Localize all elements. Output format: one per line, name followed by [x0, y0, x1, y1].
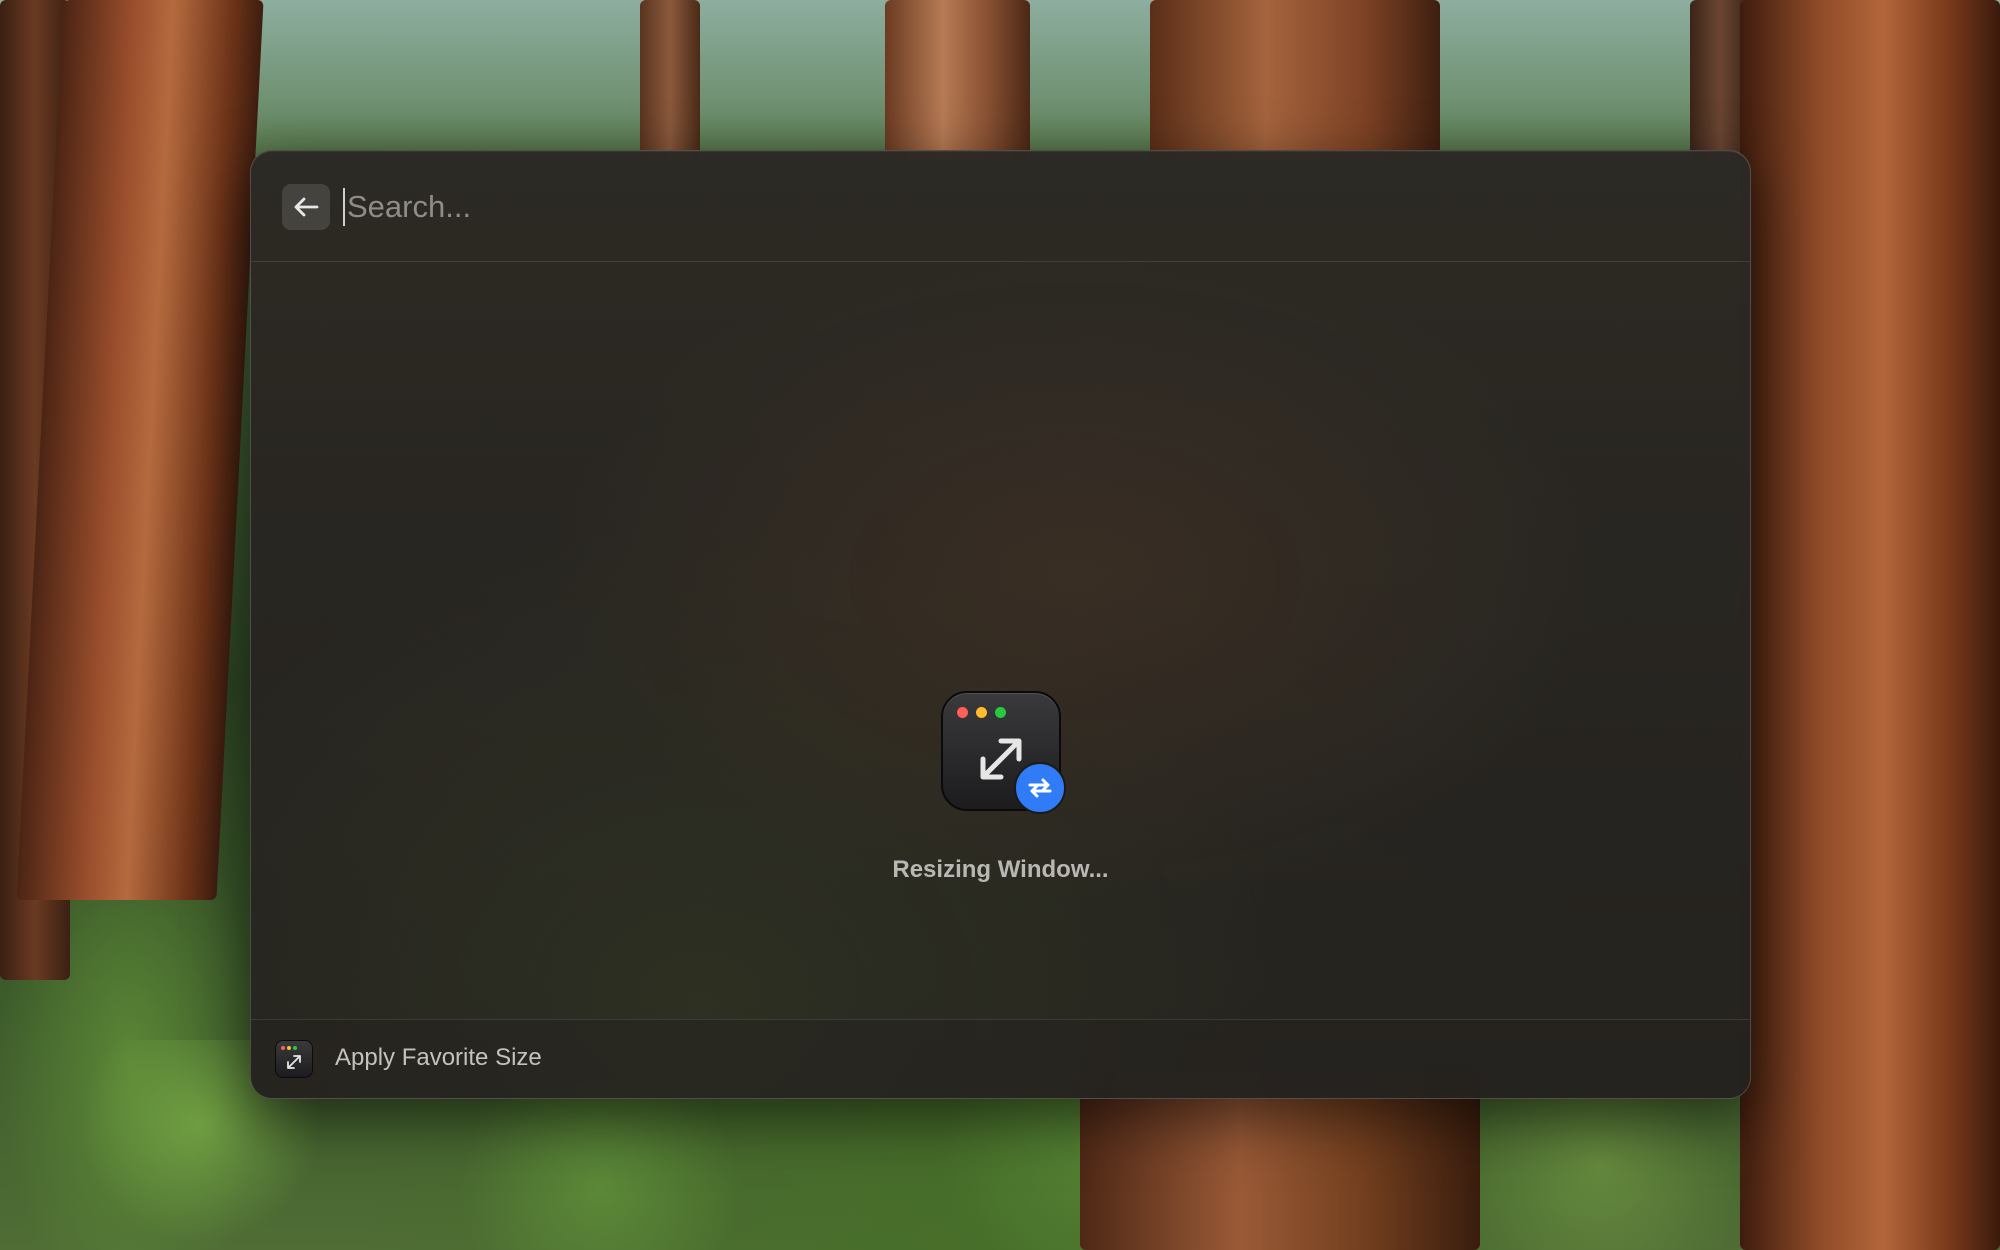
- close-dot-icon: [281, 1046, 285, 1050]
- window-resize-icon: [275, 1040, 313, 1078]
- progress-view: Resizing Window...: [251, 261, 1750, 987]
- search-field[interactable]: [343, 181, 1717, 233]
- back-button[interactable]: [282, 184, 330, 230]
- minimize-dot-icon: [976, 707, 987, 718]
- search-bar: [251, 151, 1750, 262]
- desktop-wallpaper: Resizing Window... Apply Favorite Size: [0, 0, 2000, 1250]
- minimize-dot-icon: [287, 1046, 291, 1050]
- search-input[interactable]: [343, 181, 1717, 233]
- wallpaper-tree: [1150, 0, 1440, 160]
- close-dot-icon: [957, 707, 968, 718]
- status-text: Resizing Window...: [892, 856, 1109, 883]
- refresh-arrows-icon: [1014, 762, 1066, 814]
- apply-favorite-size-action[interactable]: Apply Favorite Size: [335, 1044, 542, 1072]
- wallpaper-tree: [640, 0, 700, 160]
- zoom-dot-icon: [995, 707, 1006, 718]
- arrow-left-icon: [294, 197, 319, 217]
- window-resize-icon: [941, 691, 1066, 814]
- diagonal-resize-arrow-icon: [287, 1055, 301, 1069]
- wallpaper-tree: [885, 0, 1030, 160]
- launcher-window: Resizing Window... Apply Favorite Size: [250, 150, 1751, 1099]
- action-bar: Apply Favorite Size: [251, 1019, 1750, 1098]
- zoom-dot-icon: [293, 1046, 297, 1050]
